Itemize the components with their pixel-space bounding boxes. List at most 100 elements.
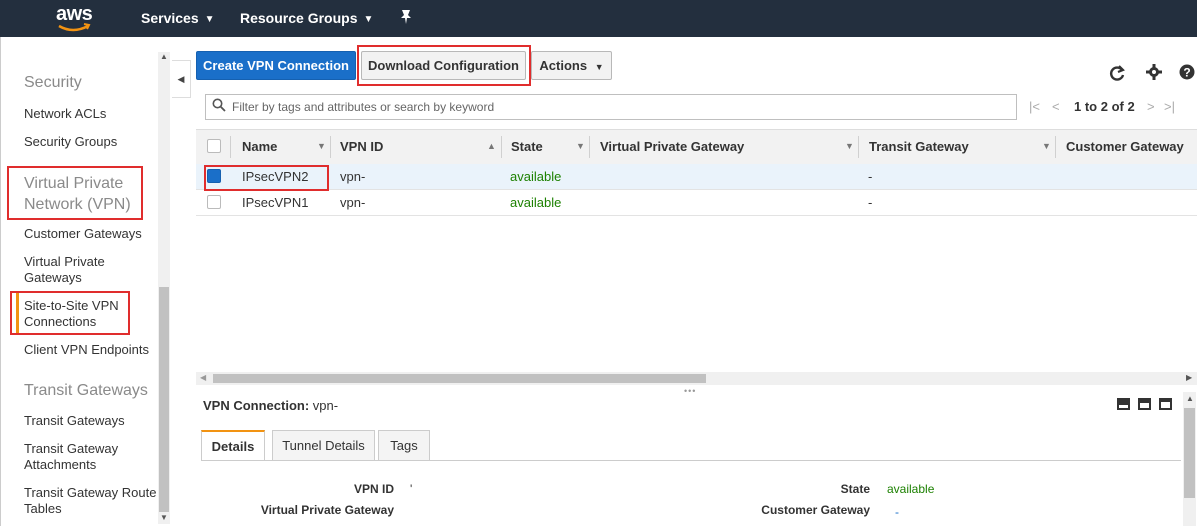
chevron-down-icon: ▼ [204,14,215,25]
sidebar: Security Network ACLs Security Groups Vi… [0,37,172,526]
help-icon[interactable]: ? [1179,64,1195,85]
table-row[interactable]: IPsecVPN1 vpn- available - [196,190,1197,216]
chevron-down-icon[interactable]: ▼ [845,141,854,151]
sidebar-item-virtual-private-gateways[interactable]: Virtual Private Gateways [24,254,105,286]
scroll-right-icon[interactable]: ▶ [1186,373,1192,382]
column-divider [330,136,331,158]
services-menu[interactable]: Services ▼ [141,10,215,26]
customer-gateway-label: Customer Gateway [761,503,870,517]
detail-title-label: VPN Connection: [203,398,310,413]
cell-vpn-id: vpn- [340,169,366,184]
highlight-box-site-to-site [10,291,130,335]
row-checkbox[interactable] [207,195,221,209]
pagination-status: 1 to 2 of 2 [1074,99,1135,114]
highlight-box-selected-row [204,165,329,191]
collapse-sidebar-button[interactable]: ◀ [172,60,191,98]
column-divider [1055,136,1056,158]
column-divider [501,136,502,158]
layout-top-icon[interactable] [1159,398,1172,410]
vpg-line1: Virtual Private [24,254,105,269]
vpn-id-value: ' [410,482,413,496]
detail-title-value: vpn- [312,398,339,413]
tgrt-line1: Transit Gateway Route [24,485,157,500]
sidebar-item-customer-gateways[interactable]: Customer Gateways [24,226,142,242]
column-header-transit-gateway[interactable]: Transit Gateway [869,139,969,154]
column-header-state[interactable]: State [511,139,543,154]
scroll-left-icon[interactable]: ◀ [200,373,206,382]
tab-tunnel-details[interactable]: Tunnel Details [272,430,375,461]
tab-tags[interactable]: Tags [378,430,430,461]
column-header-vpn-id[interactable]: VPN ID [340,139,383,154]
actions-label: Actions [539,58,588,73]
chevron-down-icon[interactable]: ▼ [1042,141,1051,151]
sidebar-item-security-groups[interactable]: Security Groups [24,134,117,150]
customer-gateway-link[interactable]: - [895,505,899,519]
layout-bottom-icon[interactable] [1117,398,1130,410]
tga-line1: Transit Gateway [24,441,119,456]
state-label: State [840,482,870,496]
gear-icon[interactable] [1146,64,1162,85]
vpn-id-label: VPN ID [353,482,394,496]
chevron-down-icon[interactable]: ▼ [576,141,585,151]
scroll-up-icon[interactable]: ▲ [160,52,168,61]
cell-state: available [510,195,562,210]
tab-details[interactable]: Details [201,430,265,461]
services-label: Services [141,10,199,26]
actions-button[interactable]: Actions ▼ [531,51,612,80]
aws-smile-icon [58,23,91,32]
top-navigation-bar: aws Services ▼ Resource Groups ▼ [0,0,1197,37]
cell-transit-gateway: - [868,169,873,184]
filter-search-input[interactable]: Filter by tags and attributes or search … [205,94,1017,120]
resource-groups-label: Resource Groups [240,10,358,26]
tab-divider [201,460,1181,461]
highlight-box-vpn-heading [7,166,143,220]
detail-title: VPN Connection: vpn- [203,398,338,413]
vpg-label: Virtual Private Gateway [260,503,394,517]
sidebar-heading-transit-gateways: Transit Gateways [24,382,148,399]
pushpin-icon[interactable] [400,9,412,28]
layout-split-icon[interactable] [1138,398,1151,410]
highlight-box-download [357,45,531,86]
sidebar-item-network-acls[interactable]: Network ACLs [24,106,106,122]
search-icon [212,98,226,112]
scroll-up-icon[interactable]: ▲ [1186,394,1194,403]
sidebar-heading-security: Security [24,74,82,91]
detail-scrollbar-thumb[interactable] [1184,408,1195,498]
chevron-down-icon: ▼ [363,14,374,25]
vpg-line2: Gateways [24,270,82,285]
refresh-icon[interactable] [1108,64,1126,87]
column-divider [858,136,859,158]
svg-text:?: ? [1183,66,1190,80]
column-header-customer-gateway[interactable]: Customer Gateway [1066,139,1184,154]
table-header: Name ▼ VPN ID ▲ State ▼ Virtual Private … [196,129,1197,165]
cell-transit-gateway: - [868,195,873,210]
sidebar-item-transit-gateway-attachments[interactable]: Transit Gateway Attachments [24,441,118,473]
first-page-icon[interactable]: |< [1029,99,1040,114]
state-value: available [887,482,935,496]
tgrt-line2: Tables [24,501,62,516]
prev-page-icon[interactable]: < [1052,99,1060,114]
table-row[interactable]: IPsecVPN2 vpn- available - [196,164,1197,190]
scroll-down-icon[interactable]: ▼ [160,513,168,522]
chevron-down-icon[interactable]: ▼ [317,141,326,151]
tga-line2: Attachments [24,457,97,472]
column-header-name[interactable]: Name [242,139,277,154]
next-page-icon[interactable]: > [1147,99,1155,114]
sidebar-item-transit-gateway-route-tables[interactable]: Transit Gateway Route Tables [24,485,156,517]
filter-placeholder: Filter by tags and attributes or search … [232,100,495,114]
sidebar-item-transit-gateways[interactable]: Transit Gateways [24,413,125,429]
create-vpn-connection-button[interactable]: Create VPN Connection [196,51,356,80]
pane-resize-handle[interactable]: ••• [684,386,696,396]
sort-ascending-icon[interactable]: ▲ [487,141,496,151]
aws-logo[interactable]: aws [55,3,95,32]
sidebar-scrollbar-thumb[interactable] [159,287,169,512]
chevron-down-icon: ▼ [594,62,604,72]
table-scrollbar-thumb[interactable] [213,374,706,383]
last-page-icon[interactable]: >| [1164,99,1175,114]
column-header-virtual-private-gateway[interactable]: Virtual Private Gateway [600,139,744,154]
resource-groups-menu[interactable]: Resource Groups ▼ [240,10,373,26]
sidebar-item-client-vpn-endpoints[interactable]: Client VPN Endpoints [24,342,149,358]
cell-vpn-id: vpn- [340,195,366,210]
cell-state: available [510,169,562,184]
select-all-checkbox[interactable] [207,139,221,153]
